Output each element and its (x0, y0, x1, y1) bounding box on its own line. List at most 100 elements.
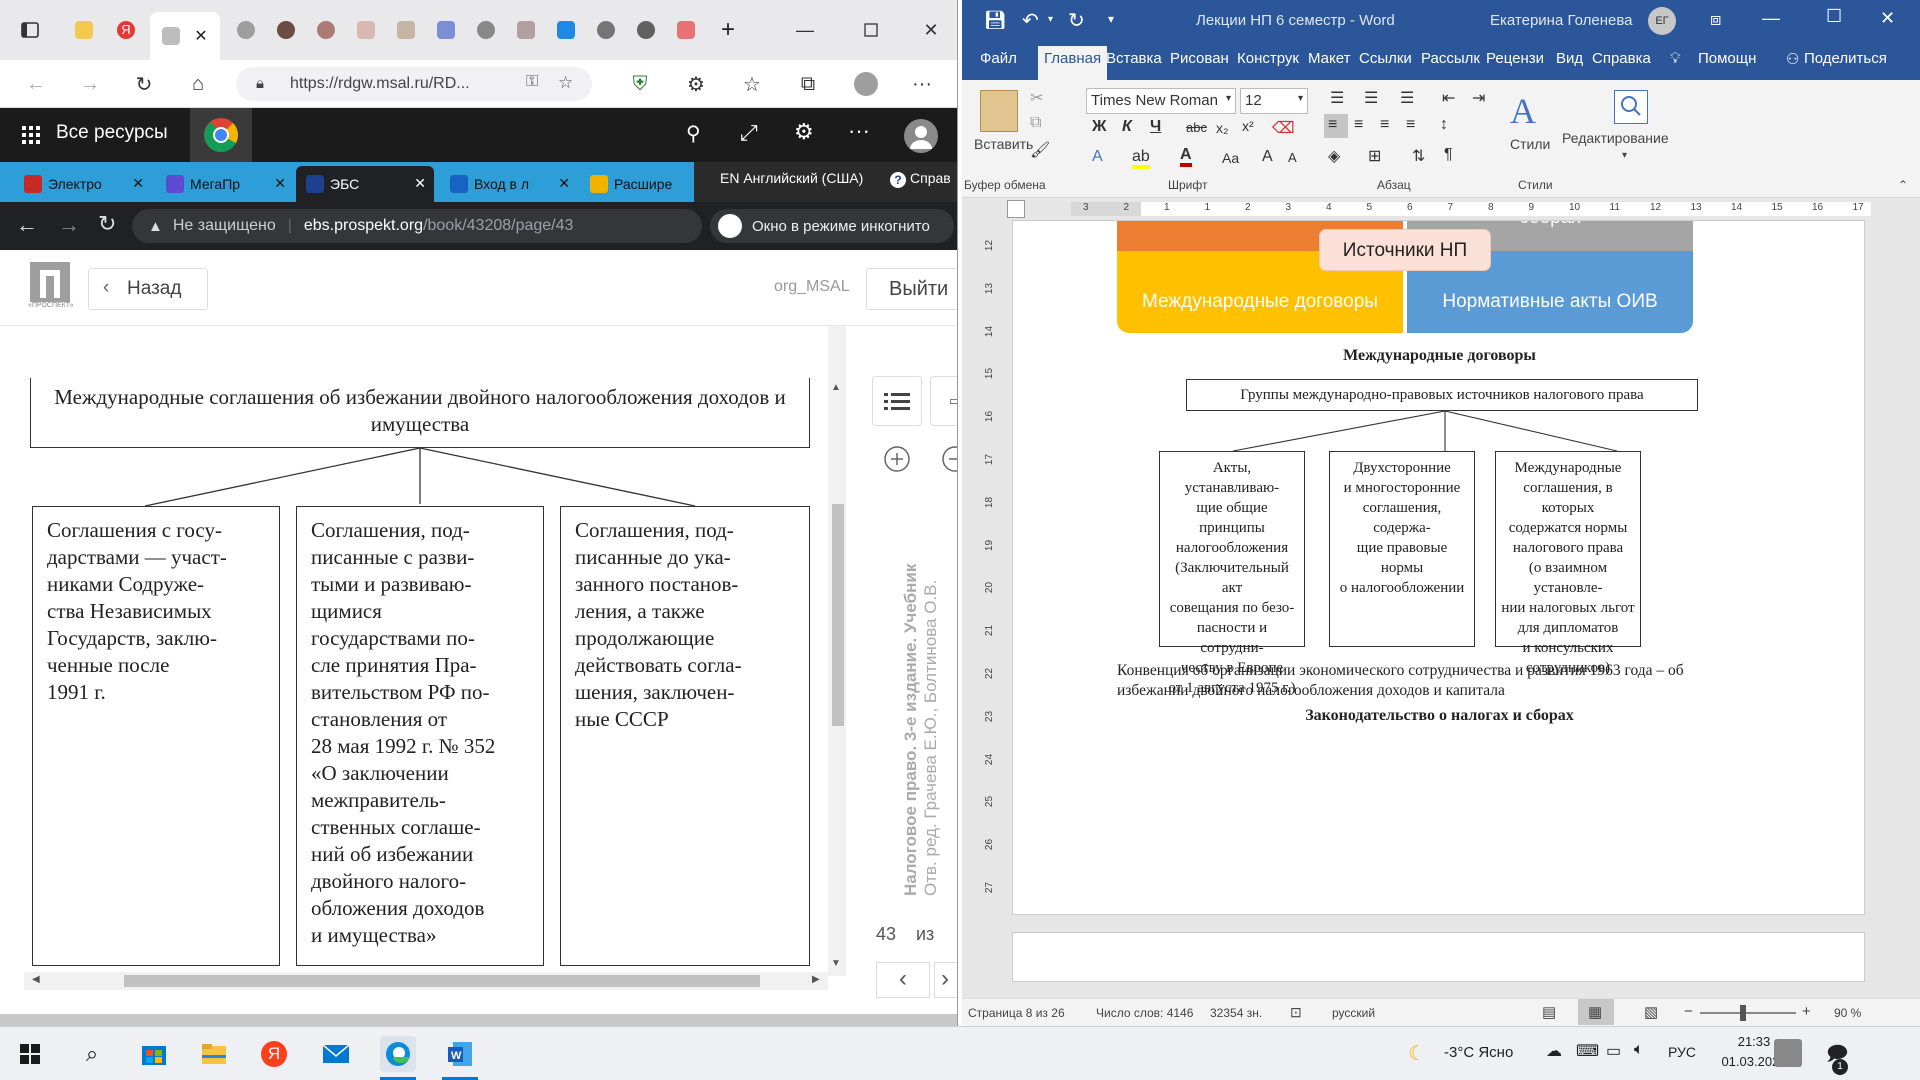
tab-layout[interactable]: Макет (1308, 50, 1350, 67)
font-color-icon[interactable]: A (1180, 146, 1192, 167)
all-resources-label[interactable]: Все ресурсы (56, 122, 168, 144)
web-layout-icon[interactable]: ▧ (1644, 1003, 1658, 1021)
tab-mailings[interactable]: Рассылк (1421, 50, 1480, 67)
decrease-indent-icon[interactable]: ⇤ (1442, 88, 1455, 108)
favorites-icon[interactable]: ☆ (736, 68, 768, 100)
status-page[interactable]: Страница 8 из 26 (968, 1006, 1065, 1020)
strikethrough-icon[interactable]: abc (1186, 120, 1207, 135)
prev-page-button[interactable]: ‹ (876, 962, 930, 998)
ribbon-display-icon[interactable]: ⧈ (1710, 9, 1721, 30)
text-effects-icon[interactable]: A (1092, 148, 1103, 166)
volume-icon[interactable]: 🔈︎ (1634, 1041, 1644, 1059)
shield-icon[interactable]: ⛨ (624, 68, 656, 100)
reload-icon[interactable]: ↻ (98, 211, 116, 237)
word-taskbar-icon[interactable]: W (442, 1036, 478, 1072)
status-zoom[interactable]: 90 % (1834, 1006, 1861, 1020)
settings-gear-icon[interactable]: ⚙ (794, 119, 814, 145)
zoom-in-button[interactable] (872, 434, 922, 484)
pin-icon[interactable]: ⚲ (686, 121, 701, 146)
underline-button[interactable]: Ч (1150, 118, 1161, 136)
chrome-tab[interactable]: Вход в л ✕ (440, 166, 578, 202)
bullets-icon[interactable]: ☰ (1330, 88, 1344, 108)
line-spacing-icon[interactable]: ↕ (1440, 116, 1448, 134)
subscript-icon[interactable]: x₂ (1216, 120, 1228, 136)
extensions-icon[interactable]: ⚙ (680, 68, 712, 100)
forward-arrow-icon[interactable]: → (58, 212, 80, 238)
font-name-dropdown[interactable]: Times New Roman ▾ (1086, 88, 1236, 114)
numbering-icon[interactable]: ☰ (1364, 88, 1378, 108)
close-tab-icon[interactable]: ✕ (194, 26, 207, 46)
chrome-tab[interactable]: Расшире (580, 166, 690, 202)
close-window-button[interactable]: ✕ (1880, 8, 1895, 29)
scroll-thumb[interactable] (832, 504, 844, 726)
scroll-right-icon[interactable]: ▶ (812, 974, 820, 985)
styles-icon[interactable]: A (1510, 90, 1536, 132)
chrome-address-bar[interactable]: ▲ Не защищено | ebs.prospekt.org/book/43… (132, 209, 702, 243)
increase-indent-icon[interactable]: ⇥ (1472, 88, 1485, 108)
scroll-left-icon[interactable]: ◀ (32, 974, 40, 985)
tab-home[interactable]: Главная (1038, 46, 1108, 80)
close-tab-icon[interactable]: ✕ (414, 175, 426, 192)
back-arrow-icon[interactable]: ← (20, 68, 52, 100)
refresh-icon[interactable]: ↻ (128, 68, 160, 100)
chrome-tab[interactable]: Электро ✕ (14, 166, 152, 202)
key-icon[interactable]: ⚿ (526, 73, 538, 91)
paste-button[interactable]: Вставить (974, 136, 1033, 152)
back-button[interactable]: ‹ Назад (88, 268, 208, 310)
status-char-count[interactable]: 32354 зн. (1210, 1006, 1262, 1020)
meet-now-icon[interactable] (1774, 1039, 1802, 1067)
cloud-icon[interactable]: ☁ (1546, 1041, 1562, 1061)
table-of-contents-button[interactable] (872, 376, 922, 426)
tab-help[interactable]: Справка (1592, 50, 1651, 67)
add-favorite-icon[interactable]: ☆ (558, 73, 573, 93)
chrome-app-button[interactable] (190, 108, 252, 162)
horizontal-scrollbar[interactable]: ◀ ▶ (24, 972, 828, 990)
new-tab-button[interactable]: + (712, 12, 744, 48)
justify-icon[interactable]: ≡ (1406, 116, 1415, 134)
proofing-icon[interactable]: ⊡ (1290, 1004, 1302, 1021)
network-icon[interactable]: ⌨ (1576, 1041, 1599, 1061)
zoom-out-icon[interactable]: − (1684, 1003, 1693, 1020)
back-arrow-icon[interactable]: ← (16, 212, 38, 238)
edge-tab[interactable] (310, 12, 342, 48)
share-button[interactable]: Поделиться (1804, 50, 1887, 67)
prospekt-logo[interactable]: «ПРОСПЕКТ» (28, 262, 74, 312)
minimize-button[interactable]: — (1762, 8, 1780, 29)
yandex-browser-icon[interactable]: Я (256, 1036, 292, 1072)
document-page[interactable]: сборах Международные договоры Нормативны… (1012, 220, 1865, 915)
forward-arrow-icon[interactable]: → (74, 68, 106, 100)
exit-button[interactable]: Выйти (866, 268, 957, 310)
edge-address-bar[interactable]: 🔒︎ https://rdgw.msal.ru/RD... ⚿ ☆ (236, 67, 592, 101)
undo-icon[interactable]: ↶ (1022, 8, 1039, 33)
edge-tab[interactable] (270, 12, 302, 48)
tab-references[interactable]: Ссылки (1359, 50, 1412, 67)
incognito-indicator[interactable]: Окно в режиме инкогнито (710, 209, 954, 243)
bookmark-button[interactable]: ▭ (930, 376, 957, 426)
status-language[interactable]: русский (1332, 1006, 1375, 1020)
tab-insert[interactable]: Вставка (1106, 50, 1162, 67)
borders-icon[interactable]: ⊞ (1368, 146, 1381, 166)
font-size-dropdown[interactable]: 12 ▾ (1240, 88, 1308, 114)
edge-tab[interactable] (230, 12, 262, 48)
grow-font-icon[interactable]: A (1262, 148, 1273, 166)
input-language[interactable]: РУС (1668, 1044, 1696, 1060)
tab-actions-button[interactable] (14, 12, 46, 48)
document-next-page[interactable] (1012, 932, 1865, 982)
bold-button[interactable]: Ж (1092, 118, 1106, 136)
more-dots-icon[interactable]: ··· (848, 118, 870, 144)
search-icon[interactable]: ⌕ (74, 1036, 110, 1072)
minimize-button[interactable]: — (782, 14, 828, 46)
change-case-icon[interactable]: Aa (1222, 150, 1239, 166)
tab-design[interactable]: Конструк (1237, 50, 1299, 67)
mail-icon[interactable] (318, 1036, 354, 1072)
tab-view[interactable]: Вид (1556, 50, 1583, 67)
editing-button[interactable]: Редактирование (1562, 130, 1669, 146)
close-tab-icon[interactable]: ✕ (132, 175, 144, 192)
fullscreen-icon[interactable]: ⤢ (740, 120, 758, 146)
vertical-scrollbar[interactable]: ▲ ▼ (828, 326, 846, 976)
close-window-button[interactable]: ✕ (908, 14, 954, 46)
customize-toolbar-icon[interactable]: ▾ (1108, 12, 1114, 26)
zoom-out-button[interactable] (930, 434, 957, 484)
close-tab-icon[interactable]: ✕ (274, 175, 286, 192)
apps-grid-icon[interactable] (22, 126, 40, 144)
